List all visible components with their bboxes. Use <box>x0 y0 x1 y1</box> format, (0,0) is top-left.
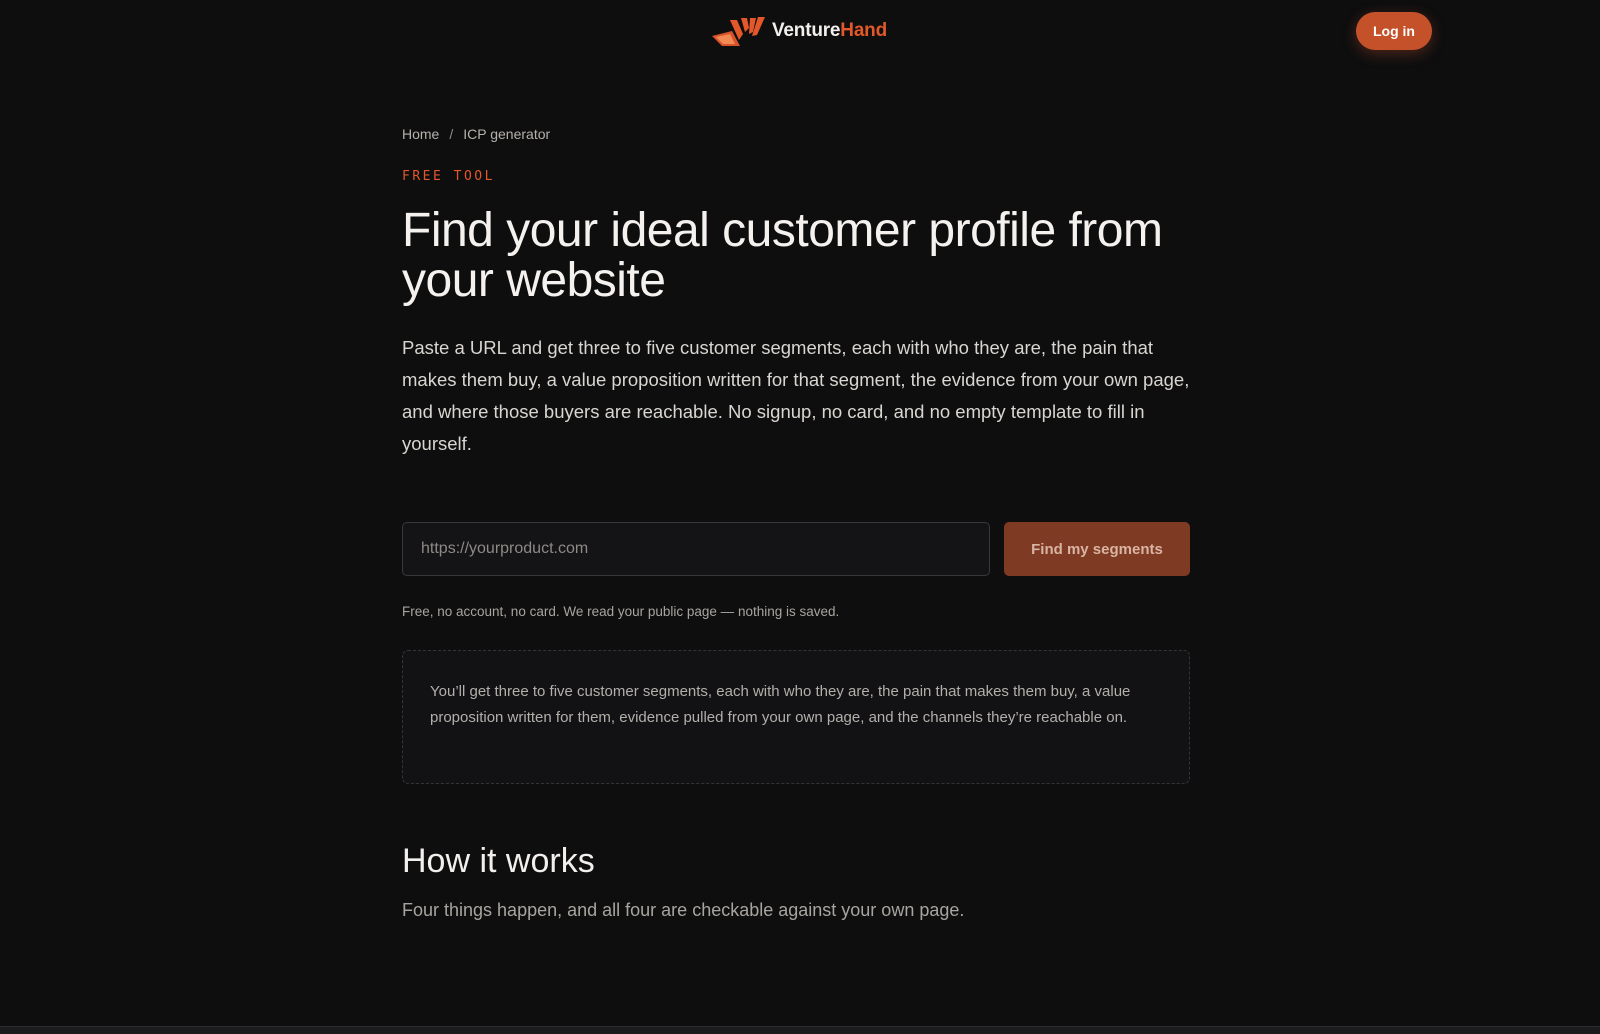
privacy-note: Free, no account, no card. We read your … <box>402 604 840 619</box>
results-preview-text: You’ll get three to five customer segmen… <box>430 683 1131 726</box>
url-form: Find my segments <box>402 522 1190 576</box>
breadcrumb: Home / ICP generator <box>402 126 550 142</box>
page-title: Find your ideal customer profile from yo… <box>402 204 1163 307</box>
bottom-edge <box>0 1026 1600 1034</box>
site-header: VentureHand Log in <box>0 0 1600 64</box>
brand-logo[interactable]: VentureHand <box>710 16 887 46</box>
how-it-works-subtitle: Four things happen, and all four are che… <box>402 900 965 920</box>
venturehand-logo-icon <box>712 17 765 46</box>
how-it-works-title: How it works <box>402 842 595 880</box>
page-description: Paste a URL and get three to five custom… <box>402 337 1190 454</box>
find-segments-button[interactable]: Find my segments <box>1004 522 1190 576</box>
login-button[interactable]: Log in <box>1356 12 1432 50</box>
logo-word-venture: Venture <box>772 20 841 41</box>
breadcrumb-home-link[interactable]: Home <box>402 126 439 142</box>
breadcrumb-current: ICP generator <box>463 126 551 142</box>
results-preview-box: You’ll get three to five customer segmen… <box>402 650 1190 784</box>
breadcrumb-separator: / <box>449 126 454 142</box>
eyebrow-label: FREE TOOL <box>402 169 495 184</box>
url-input[interactable] <box>402 522 990 576</box>
logo-word-hand: Hand <box>840 20 887 41</box>
logo-wordmark: VentureHand <box>772 20 887 42</box>
